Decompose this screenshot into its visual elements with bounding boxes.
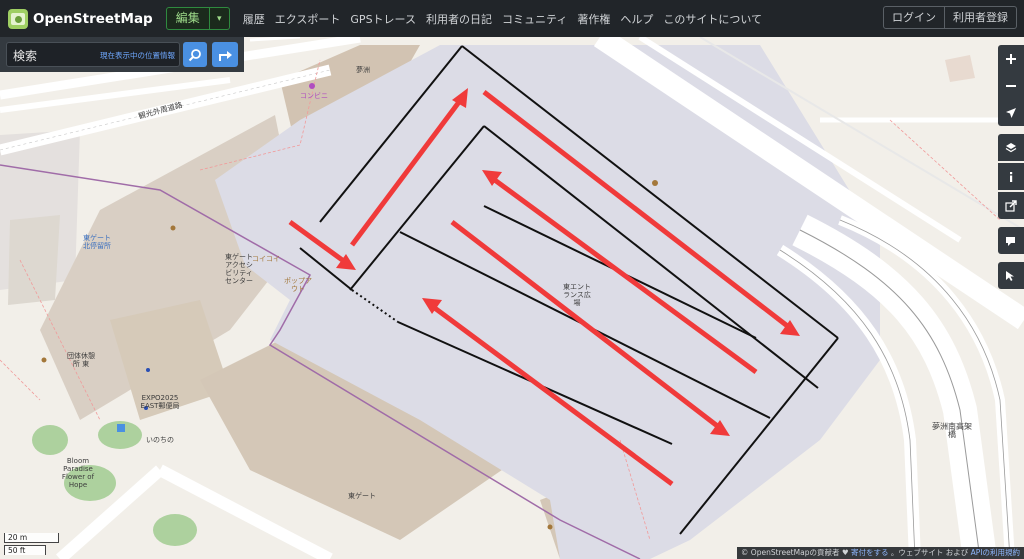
- signup-button[interactable]: 利用者登録: [945, 6, 1017, 29]
- nav-about[interactable]: このサイトについて: [663, 11, 762, 27]
- nav-help[interactable]: ヘルプ: [620, 11, 653, 27]
- map-canvas[interactable]: 観光外周道路 夢洲 コンビニ 東エントランス広場 東ゲート北停留所 東ゲートアク…: [0, 37, 1024, 559]
- share-icon: [1005, 199, 1017, 212]
- top-navbar: OpenStreetMap 編集 ▾ 履歴 エクスポート GPSトレース 利用者…: [0, 0, 1024, 37]
- label-bloom: Bloom Paradise Flower of Hope: [61, 457, 95, 489]
- api-terms-link[interactable]: APIの利用規約: [971, 548, 1020, 557]
- directions-icon: [219, 50, 232, 61]
- label-top2: コンビニ: [300, 92, 328, 100]
- locate-arrow-icon: [1006, 107, 1016, 118]
- label-plaza: 東エントランス広場: [563, 283, 591, 307]
- nav-export[interactable]: エクスポート: [275, 11, 341, 27]
- search-placeholder: 検索: [13, 49, 38, 63]
- nav-community[interactable]: コミュニティ: [502, 11, 567, 27]
- search-input[interactable]: 検索 現在表示中の位置情報: [6, 42, 180, 67]
- directions-button[interactable]: [212, 42, 238, 67]
- plus-icon: [1006, 53, 1016, 64]
- search-panel: 検索 現在表示中の位置情報: [0, 37, 244, 72]
- zoom-in-button[interactable]: [998, 45, 1024, 72]
- donate-link[interactable]: 寄付をする: [851, 548, 889, 557]
- label-top: 夢洲: [356, 66, 370, 74]
- query-cursor-icon: [1006, 270, 1014, 281]
- scale-metric: 20 m: [4, 533, 59, 543]
- label-info-center: 東ゲートアクセシビリティセンター: [225, 253, 253, 285]
- osm-logo-icon: [8, 8, 28, 29]
- label-post: ポップアウト: [284, 277, 312, 293]
- zoom-out-button[interactable]: [998, 72, 1024, 99]
- nav-history[interactable]: 履歴: [243, 11, 265, 27]
- where-am-i-link[interactable]: 現在表示中の位置情報: [100, 50, 175, 61]
- minus-icon: [1006, 84, 1016, 87]
- attribution-text-2: 。ウェブサイト および: [890, 548, 969, 557]
- nav-diaries[interactable]: 利用者の日記: [426, 11, 492, 27]
- app-root: 観光外周道路 夢洲 コンビニ 東エントランス広場 東ゲート北停留所 東ゲートアク…: [0, 0, 1024, 559]
- edit-button[interactable]: 編集: [165, 7, 210, 30]
- edit-dropdown-chevron-icon[interactable]: ▾: [209, 7, 230, 30]
- share-button[interactable]: [998, 192, 1024, 219]
- site-name: OpenStreetMap: [33, 10, 153, 27]
- nav-gps-traces[interactable]: GPSトレース: [350, 11, 416, 27]
- info-icon: [1010, 171, 1013, 182]
- attribution-text-1: © OpenStreetMapの貢献者 ♥: [740, 548, 849, 557]
- nav-copyright[interactable]: 著作権: [577, 11, 610, 27]
- label-gate-station: 東ゲート北停留所: [83, 234, 111, 250]
- layers-icon: [1005, 142, 1017, 152]
- label-rest: 団体休憩所 東: [67, 352, 95, 368]
- map-key-button[interactable]: [998, 163, 1024, 190]
- scale-imperial: 50 ft: [4, 545, 46, 555]
- add-note-button[interactable]: [998, 227, 1024, 254]
- label-east-gate: 東ゲート: [348, 492, 376, 500]
- edit-group: 編集 ▾: [165, 7, 230, 30]
- label-expo-post: EXPO2025 EAST郵便局: [140, 394, 180, 410]
- note-icon: [1006, 236, 1015, 246]
- label-coicoi: コイコイ: [252, 255, 280, 263]
- layers-button[interactable]: [998, 134, 1024, 161]
- site-logo[interactable]: OpenStreetMap: [8, 8, 153, 29]
- main-nav: 履歴 エクスポート GPSトレース 利用者の日記 コミュニティ 著作権 ヘルプ …: [243, 11, 762, 27]
- attribution-bar: © OpenStreetMapの貢献者 ♥ 寄付をする 。ウェブサイト および …: [736, 547, 1024, 559]
- locate-button[interactable]: [998, 99, 1024, 126]
- label-bridge: 夢洲南高架橋: [932, 422, 972, 439]
- query-features-button[interactable]: [998, 262, 1024, 289]
- label-inochi: いのちの: [146, 436, 174, 444]
- login-button[interactable]: ログイン: [883, 6, 945, 29]
- auth-group: ログイン 利用者登録: [883, 6, 1017, 29]
- search-icon: [188, 48, 201, 61]
- search-button[interactable]: [183, 42, 207, 67]
